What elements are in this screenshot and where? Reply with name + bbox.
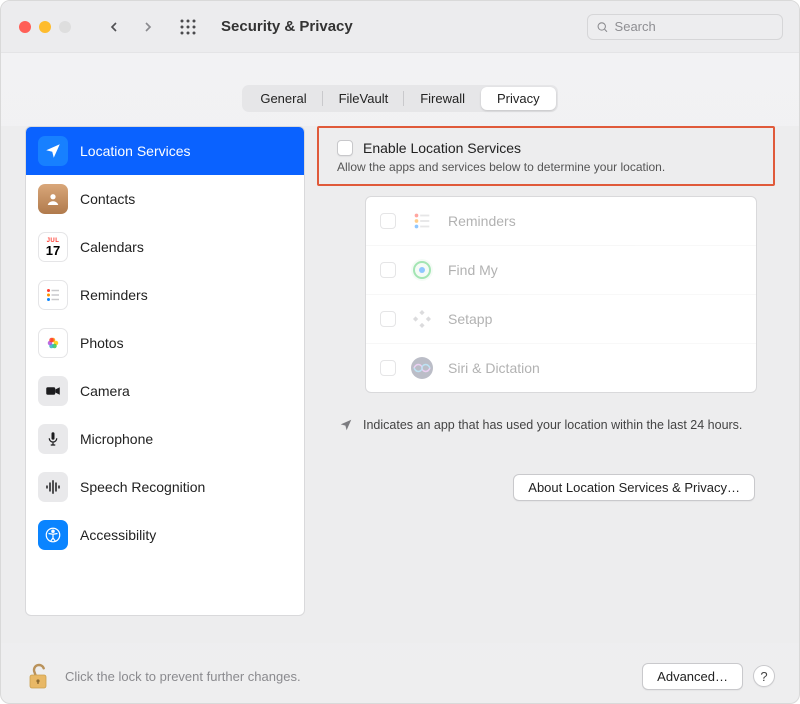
location-indicator-explainer: Indicates an app that has used your loca… — [317, 393, 775, 434]
find-my-icon — [408, 256, 436, 284]
app-checkbox[interactable] — [380, 311, 396, 327]
detail-panel: Enable Location Services Allow the apps … — [317, 126, 775, 616]
sidebar-item-microphone[interactable]: Microphone — [26, 415, 304, 463]
show-all-button[interactable] — [175, 14, 201, 40]
chevron-right-icon — [140, 19, 156, 35]
camera-icon — [38, 376, 68, 406]
siri-icon — [408, 354, 436, 382]
enable-location-checkbox[interactable] — [337, 140, 353, 156]
search-field-wrap[interactable] — [587, 14, 783, 40]
photos-icon — [38, 328, 68, 358]
sidebar-item-label: Speech Recognition — [80, 479, 205, 495]
tab-filevault[interactable]: FileVault — [323, 87, 405, 110]
segmented-tabs: General FileVault Firewall Privacy — [242, 85, 557, 112]
microphone-icon — [38, 424, 68, 454]
app-label: Setapp — [448, 311, 492, 327]
help-button[interactable]: ? — [753, 665, 775, 687]
sidebar-item-label: Microphone — [80, 431, 153, 447]
sidebar-item-label: Reminders — [80, 287, 148, 303]
location-apps-list: Reminders Find My Setapp — [365, 196, 757, 393]
app-row-reminders[interactable]: Reminders — [366, 197, 756, 246]
about-location-services-button[interactable]: About Location Services & Privacy… — [513, 474, 755, 501]
content-area: Location Services Contacts JUL 17 Calend… — [1, 126, 799, 643]
zoom-window-button[interactable] — [59, 21, 71, 33]
app-checkbox[interactable] — [380, 262, 396, 278]
search-input[interactable] — [615, 19, 774, 34]
explainer-text: Indicates an app that has used your loca… — [363, 417, 742, 434]
lock-text: Click the lock to prevent further change… — [65, 669, 301, 684]
enable-location-subtitle: Allow the apps and services below to det… — [337, 160, 755, 174]
contacts-icon — [38, 184, 68, 214]
tab-privacy[interactable]: Privacy — [481, 87, 556, 110]
tabs-row: General FileVault Firewall Privacy — [1, 53, 799, 126]
window-title: Security & Privacy — [221, 18, 353, 35]
tab-general[interactable]: General — [244, 87, 322, 110]
search-icon — [596, 20, 609, 34]
forward-button[interactable] — [135, 14, 161, 40]
reminders-icon — [408, 207, 436, 235]
calendar-day-number: 17 — [46, 244, 60, 257]
app-checkbox[interactable] — [380, 360, 396, 376]
sidebar-item-label: Calendars — [80, 239, 144, 255]
sidebar-item-photos[interactable]: Photos — [26, 319, 304, 367]
tab-firewall[interactable]: Firewall — [404, 87, 481, 110]
minimize-window-button[interactable] — [39, 21, 51, 33]
chevron-left-icon — [106, 19, 122, 35]
sidebar-item-contacts[interactable]: Contacts — [26, 175, 304, 223]
setapp-icon — [408, 305, 436, 333]
sidebar-item-label: Contacts — [80, 191, 135, 207]
enable-location-title: Enable Location Services — [363, 140, 521, 156]
app-label: Reminders — [448, 213, 516, 229]
sidebar-item-reminders[interactable]: Reminders — [26, 271, 304, 319]
privacy-sidebar: Location Services Contacts JUL 17 Calend… — [25, 126, 305, 616]
sidebar-item-label: Location Services — [80, 143, 191, 159]
sidebar-item-label: Photos — [80, 335, 124, 351]
sidebar-item-speech-recognition[interactable]: Speech Recognition — [26, 463, 304, 511]
app-row-setapp[interactable]: Setapp — [366, 295, 756, 344]
enable-location-highlight: Enable Location Services Allow the apps … — [317, 126, 775, 186]
unlocked-padlock-icon — [25, 661, 51, 691]
app-checkbox[interactable] — [380, 213, 396, 229]
location-arrow-icon — [38, 136, 68, 166]
sidebar-item-calendars[interactable]: JUL 17 Calendars — [26, 223, 304, 271]
toolbar: Security & Privacy — [1, 1, 799, 53]
traffic-lights — [19, 21, 71, 33]
app-label: Siri & Dictation — [448, 360, 540, 376]
app-row-find-my[interactable]: Find My — [366, 246, 756, 295]
waveform-icon — [38, 472, 68, 502]
back-button[interactable] — [101, 14, 127, 40]
grid-icon — [179, 18, 197, 36]
enable-location-row: Enable Location Services — [337, 140, 755, 156]
location-arrow-small-icon — [339, 418, 353, 432]
reminders-icon — [38, 280, 68, 310]
close-window-button[interactable] — [19, 21, 31, 33]
app-row-siri[interactable]: Siri & Dictation — [366, 344, 756, 392]
bottom-right-buttons: Advanced… ? — [642, 663, 775, 690]
accessibility-icon — [38, 520, 68, 550]
sidebar-item-label: Camera — [80, 383, 130, 399]
panels: Location Services Contacts JUL 17 Calend… — [25, 126, 775, 616]
about-row: About Location Services & Privacy… — [317, 434, 775, 501]
calendar-icon: JUL 17 — [38, 232, 68, 262]
sidebar-item-accessibility[interactable]: Accessibility — [26, 511, 304, 559]
app-label: Find My — [448, 262, 498, 278]
bottom-bar: Click the lock to prevent further change… — [1, 643, 799, 703]
sidebar-item-camera[interactable]: Camera — [26, 367, 304, 415]
sidebar-item-label: Accessibility — [80, 527, 156, 543]
lock-button[interactable] — [25, 661, 51, 691]
preferences-window: Security & Privacy General FileVault Fir… — [0, 0, 800, 704]
sidebar-item-location-services[interactable]: Location Services — [26, 127, 304, 175]
advanced-button[interactable]: Advanced… — [642, 663, 743, 690]
